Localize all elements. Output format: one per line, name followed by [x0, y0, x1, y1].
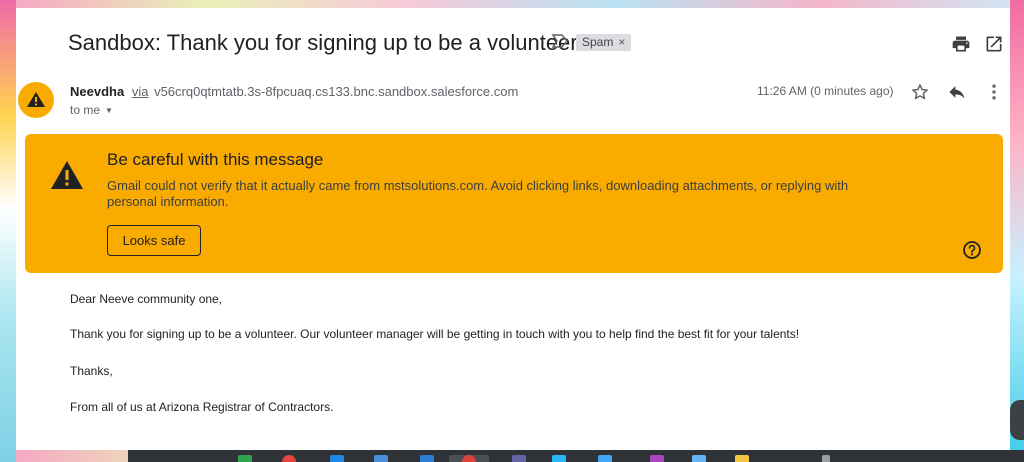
taskbar-app-icon[interactable] — [650, 455, 664, 462]
looks-safe-button[interactable]: Looks safe — [107, 225, 201, 256]
warning-title: Be careful with this message — [107, 150, 324, 169]
recipient-text: to me — [70, 103, 101, 117]
help-icon[interactable] — [962, 240, 982, 260]
scrollbar-thumb[interactable] — [1010, 400, 1024, 440]
recipient-details[interactable]: to me ▼ — [70, 103, 113, 117]
chevron-down-icon[interactable]: ▼ — [105, 106, 113, 115]
email-timestamp: 11:26 AM (0 minutes ago) — [757, 84, 894, 98]
remove-label-icon[interactable]: × — [618, 35, 625, 49]
sender-via-link[interactable]: via — [132, 84, 149, 99]
body-paragraph: Thank you for signing up to be a volunte… — [70, 327, 800, 341]
security-warning-banner: Be careful with this message Gmail could… — [25, 134, 1003, 273]
sender-address: v56crq0qtmtatb.3s-8fpcuaq.cs133.bnc.sand… — [154, 84, 519, 99]
body-signature: From all of us at Arizona Registrar of C… — [70, 400, 334, 414]
taskbar-app-icon[interactable] — [512, 455, 526, 462]
taskbar-app-icon[interactable] — [238, 455, 252, 462]
os-taskbar — [128, 450, 1024, 462]
star-icon[interactable] — [910, 82, 930, 102]
sender-name[interactable]: Neevdha — [70, 84, 124, 99]
taskbar-app-icon[interactable] — [330, 455, 344, 462]
taskbar-app-icon[interactable] — [462, 455, 476, 462]
sender-avatar — [18, 82, 54, 118]
sender-line: Neevdha via v56crq0qtmtatb.3s-8fpcuaq.cs… — [70, 84, 518, 99]
taskbar-app-icon[interactable] — [420, 455, 434, 462]
email-subject: Sandbox: Thank you for signing up to be … — [68, 30, 578, 55]
taskbar-app-icon[interactable] — [822, 455, 830, 462]
more-vert-icon[interactable] — [984, 82, 1004, 102]
warning-text: Gmail could not verify that it actually … — [107, 178, 849, 209]
taskbar-app-icon[interactable] — [374, 455, 388, 462]
print-icon[interactable] — [951, 34, 971, 54]
taskbar-app-icon[interactable] — [598, 455, 612, 462]
warning-icon — [27, 92, 45, 107]
taskbar-app-icon[interactable] — [282, 455, 296, 462]
taskbar-app-icon[interactable] — [735, 455, 749, 462]
reply-icon[interactable] — [947, 82, 967, 102]
taskbar-app-icon[interactable] — [552, 455, 566, 462]
email-panel: Sandbox: Thank you for signing up to be … — [16, 8, 1010, 450]
desktop-background-right — [1010, 0, 1024, 462]
taskbar-app-icon[interactable] — [692, 455, 706, 462]
body-greeting: Dear Neeve community one, — [70, 292, 223, 306]
warning-icon — [50, 160, 84, 190]
desktop-background-left — [0, 0, 16, 462]
body-closing: Thanks, — [70, 364, 113, 378]
label-important-icon[interactable] — [551, 34, 570, 50]
spam-label-text: Spam — [582, 35, 614, 49]
spam-label-badge[interactable]: Spam × — [576, 34, 632, 51]
open-in-new-window-icon[interactable] — [984, 34, 1004, 54]
